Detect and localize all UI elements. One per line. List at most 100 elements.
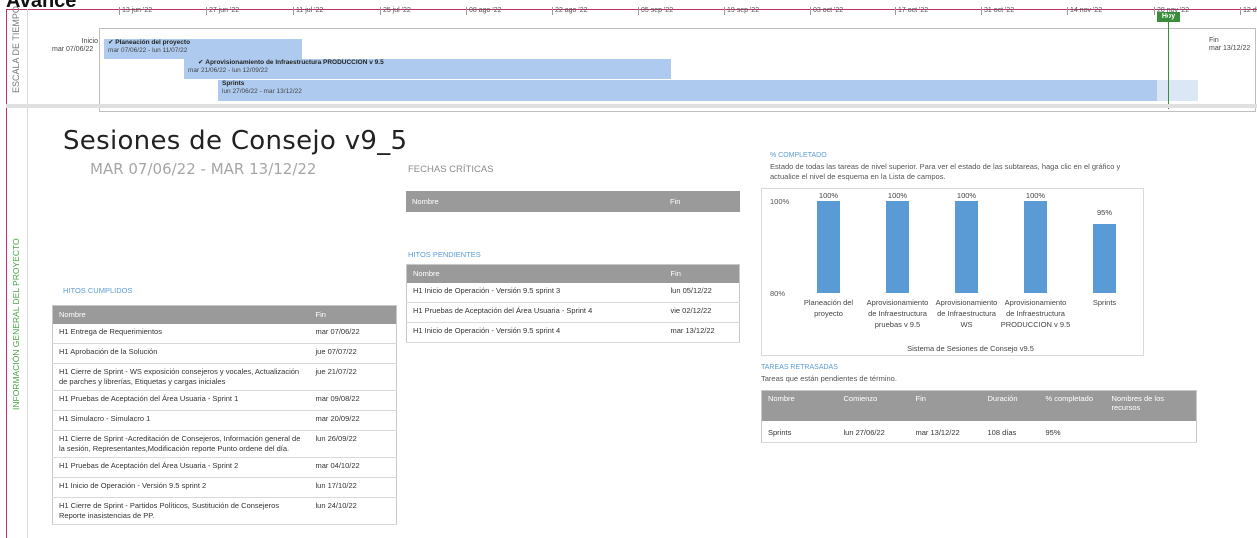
cell-nombre: H1 Aprobación de la Solución — [52, 343, 310, 364]
cell-fin: lun 05/12/22 — [664, 282, 740, 303]
col-header-nombre[interactable]: Nombre — [406, 191, 664, 212]
cell-fin: mar 09/08/22 — [309, 390, 397, 411]
timeline-side-label: ESCALA DE TIEMPO — [11, 6, 21, 93]
col-header-fin[interactable]: Fin — [309, 305, 397, 324]
cell-nombre: H1 Pruebas de Aceptación del Área Usuari… — [406, 302, 665, 323]
timeline-side-tab[interactable]: ESCALA DE TIEMPO — [6, 6, 28, 105]
timeline-bar-sprints-remaining — [1157, 80, 1198, 101]
table-row[interactable]: H1 Inicio de Operación - Versión 9.5 spr… — [52, 477, 397, 498]
project-dates: MAR 07/06/22 - MAR 13/12/22 — [90, 160, 317, 178]
cell-duracion: 108 días — [981, 420, 1040, 443]
timeline-tick: 12 dic '22 — [1240, 7, 1257, 15]
tareas-retrasadas-heading: TAREAS RETRASADAS — [761, 364, 838, 371]
cell-fin: jue 21/07/22 — [309, 363, 397, 391]
table-row[interactable]: H1 Pruebas de Aceptación del Área Usuari… — [52, 390, 397, 411]
check-icon: ✔ — [198, 59, 204, 66]
timeline-tick: 17 oct '22 — [894, 7, 929, 15]
timeline-tick: 31 oct '22 — [980, 7, 1015, 15]
col-header-nombre[interactable]: Nombre — [761, 390, 838, 421]
table-row[interactable]: H1 Inicio de Operación - Versión 9.5 spr… — [406, 322, 740, 343]
cell-completado: 95% — [1039, 420, 1106, 443]
completado-chart[interactable]: 80% 100% 100% Planeación del proyecto 100% Apr… — [761, 188, 1144, 356]
hitos-pendientes-table: Nombre Fin H1 Inicio de Operación - Vers… — [406, 264, 740, 343]
timeline-bar-aprovisionamiento[interactable]: ✔ Aprovisionamiento de Infraestructura P… — [184, 59, 671, 79]
col-header-fin[interactable]: Fin — [909, 390, 982, 421]
data-label: 95% — [1097, 208, 1112, 217]
col-header-fin[interactable]: Fin — [664, 264, 740, 283]
data-label: 100% — [957, 191, 977, 200]
bar-0 — [817, 201, 840, 293]
y-tick-label: 100% — [770, 197, 790, 206]
cell-fin: mar 04/10/22 — [309, 457, 397, 478]
bar-4 — [1093, 224, 1116, 293]
timeline-area[interactable]: Inicio mar 07/06/22 13 jun '22 27 jun '22… — [28, 7, 1257, 112]
table-header-row: Nombre Fin — [406, 264, 740, 283]
cell-nombre: H1 Pruebas de Aceptación del Área Usuari… — [52, 390, 310, 411]
fechas-criticas-table: Nombre Fin — [406, 191, 740, 212]
table-row[interactable]: Sprints lun 27/06/22 mar 13/12/22 108 dí… — [761, 420, 1197, 443]
cell-nombre: H1 Cierre de Sprint - Partidos Políticos… — [52, 497, 310, 525]
hitos-cumplidos-table: Nombre Fin H1 Entrega de Requerimientos m… — [52, 305, 397, 525]
table-header-row: Nombre Fin — [52, 305, 397, 324]
hitos-pendientes-body: H1 Inicio de Operación - Versión 9.5 spr… — [406, 282, 740, 343]
timeline-tick: 03 oct '22 — [809, 7, 844, 15]
timeline-start-label: Inicio — [81, 38, 98, 45]
project-title: Sesiones de Consejo v9_5 — [63, 126, 408, 156]
table-row[interactable]: H1 Cierre de Sprint -Acreditación de Con… — [52, 430, 397, 458]
col-header-completado[interactable]: % completado — [1039, 390, 1106, 421]
timeline-tick: 08 ago '22 — [465, 7, 502, 15]
col-header-recursos[interactable]: Nombres de los recursos — [1105, 390, 1197, 421]
category-label: de Infraestructura — [937, 309, 997, 318]
timeline-tick: 13 jun '22 — [118, 7, 153, 15]
table-row[interactable]: H1 Entrega de Requerimientos mar 07/06/22 — [52, 323, 397, 344]
col-header-nombre[interactable]: Nombre — [52, 305, 310, 324]
bar-name: Planeación del proyecto — [115, 39, 191, 46]
completado-description: Estado de todas las tareas de nivel supe… — [770, 162, 1121, 181]
timeline-start-date: mar 07/06/22 — [52, 46, 94, 53]
timeline-bar-planeacion[interactable]: ✔ Planeación del proyecto mar 07/06/22 -… — [104, 39, 302, 59]
cell-fin: vie 02/12/22 — [664, 302, 740, 323]
bar-name: Aprovisionamiento de Infraestructura PRO… — [205, 59, 384, 66]
table-row[interactable]: H1 Inicio de Operación - Versión 9.5 spr… — [406, 282, 740, 303]
table-row[interactable]: H1 Simulacro - Simulacro 1 mar 20/09/22 — [52, 410, 397, 431]
table-row[interactable]: H1 Pruebas de Aceptación del Área Usuari… — [52, 457, 397, 478]
col-header-fin[interactable]: Fin — [664, 191, 740, 212]
cell-fin: lun 24/10/22 — [309, 497, 397, 525]
cell-recursos — [1105, 420, 1197, 443]
tareas-retrasadas-table: Nombre Comienzo Fin Duración % completad… — [761, 390, 1197, 443]
cell-fin: mar 07/06/22 — [309, 323, 397, 344]
check-icon: ✔ — [108, 39, 114, 46]
table-header-row: Nombre Fin — [406, 191, 740, 212]
col-header-duracion[interactable]: Duración — [981, 390, 1040, 421]
data-label: 100% — [819, 191, 839, 200]
hitos-cumplidos-body: H1 Entrega de Requerimientos mar 07/06/22… — [52, 323, 397, 525]
table-row[interactable]: H1 Cierre de Sprint - WS exposición cons… — [52, 363, 397, 391]
x-axis-label: Sistema de Sesiones de Consejo v9.5 — [907, 344, 1034, 353]
overview-side-label: INFORMACIÓN GENERAL DEL PROYECTO — [11, 238, 21, 410]
y-tick-label: 80% — [770, 289, 785, 298]
table-row[interactable]: H1 Aprobación de la Solución jue 07/07/22 — [52, 343, 397, 364]
overview-side-tab[interactable]: INFORMACIÓN GENERAL DEL PROYECTO — [6, 108, 28, 538]
bar-3 — [1024, 201, 1047, 293]
cell-nombre: Sprints — [761, 420, 838, 443]
hitos-cumplidos-heading: HITOS CUMPLIDOS — [63, 286, 133, 295]
category-label: de Infraestructura — [868, 309, 928, 318]
completado-chart-svg: 80% 100% 100% Planeación del proyecto 100% Apr… — [770, 191, 1117, 353]
cell-fin: mar 13/12/22 — [664, 322, 740, 343]
timeline-tick: 14 nov '22 — [1066, 7, 1103, 15]
category-label: Planeación del — [804, 298, 854, 307]
cell-nombre: H1 Inicio de Operación - Versión 9.5 spr… — [406, 322, 665, 343]
timeline-bar-sprints[interactable]: Sprints lun 27/06/22 - mar 13/12/22 — [218, 80, 1157, 101]
category-label: Aprovisionamiento — [936, 298, 998, 307]
cell-fin: mar 13/12/22 — [909, 420, 982, 443]
table-row[interactable]: H1 Cierre de Sprint - Partidos Políticos… — [52, 497, 397, 525]
category-label: Sprints — [1093, 298, 1117, 307]
timeline-tick: 19 sep '22 — [723, 7, 760, 15]
col-header-comienzo[interactable]: Comienzo — [837, 390, 910, 421]
col-header-nombre[interactable]: Nombre — [406, 264, 665, 283]
bar-dates: mar 07/06/22 - lun 11/07/22 — [108, 47, 188, 54]
cell-nombre: H1 Simulacro - Simulacro 1 — [52, 410, 310, 431]
timeline-tick: 11 jul '22 — [292, 7, 324, 15]
cell-nombre: H1 Entrega de Requerimientos — [52, 323, 310, 344]
table-row[interactable]: H1 Pruebas de Aceptación del Área Usuari… — [406, 302, 740, 323]
